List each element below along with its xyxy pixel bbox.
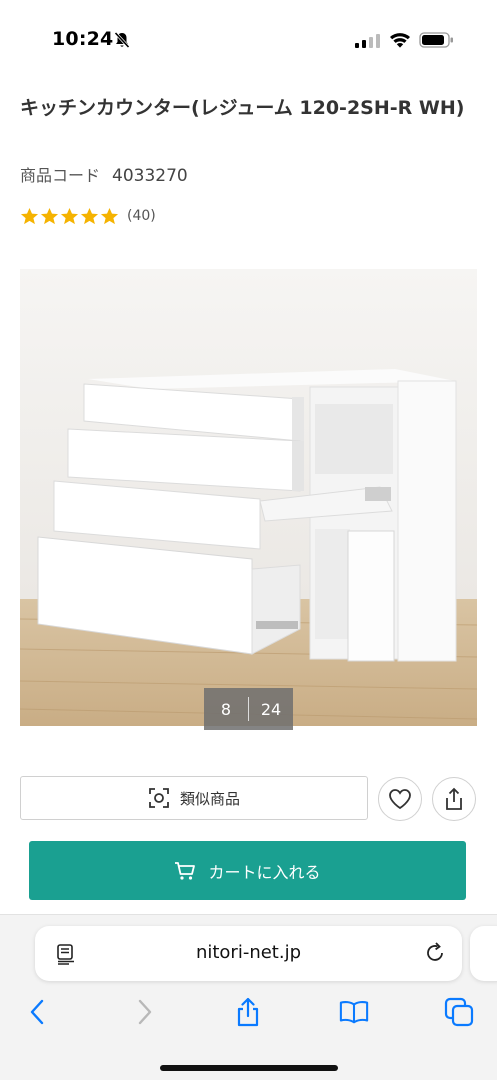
cart-icon xyxy=(175,861,196,880)
product-code-label: 商品コード xyxy=(20,166,101,185)
similar-products-button[interactable]: 類似商品 xyxy=(20,776,368,820)
product-image[interactable] xyxy=(20,269,477,726)
signal-icon xyxy=(355,34,380,48)
forward-icon xyxy=(138,999,152,1025)
kitchen-counter-photo xyxy=(20,269,477,726)
image-pager: 8 24 xyxy=(204,688,293,730)
star-icon xyxy=(80,207,99,224)
share-icon xyxy=(446,787,462,810)
address-bar[interactable]: nitori-net.jp xyxy=(35,926,462,981)
product-code-value: 4033270 xyxy=(112,166,188,186)
add-to-cart-button[interactable]: カートに入れる xyxy=(29,841,466,900)
back-icon xyxy=(30,999,44,1025)
heart-icon xyxy=(389,789,411,810)
bookmarks-icon xyxy=(339,1001,369,1024)
star-icon xyxy=(20,207,39,224)
star-icon xyxy=(40,207,59,224)
rating-stars xyxy=(20,207,119,226)
pager-current: 8 xyxy=(220,699,232,719)
next-tab-peek[interactable] xyxy=(470,926,497,981)
favorite-button[interactable] xyxy=(378,777,422,821)
bell-slash-icon xyxy=(114,31,130,49)
browser-toolbar: nitori-net.jp xyxy=(0,914,497,1080)
page: 10:24 キッチンカウンター(レジューム 120-2SH-R WH) 商品コー… xyxy=(0,0,497,1080)
tabs-button[interactable] xyxy=(444,995,474,1029)
browser-share-button[interactable] xyxy=(233,995,263,1029)
reload-icon[interactable] xyxy=(423,941,447,965)
back-button[interactable] xyxy=(22,995,52,1029)
review-count[interactable]: (40) xyxy=(127,208,156,224)
add-to-cart-label: カートに入れる xyxy=(208,862,321,882)
product-title: キッチンカウンター(レジューム 120-2SH-R WH) xyxy=(20,97,465,119)
star-icon xyxy=(100,207,119,224)
bookmarks-button[interactable] xyxy=(339,995,369,1029)
pager-total: 24 xyxy=(260,699,282,719)
product-code: 商品コード 4033270 xyxy=(20,162,188,186)
wifi-icon xyxy=(390,33,410,48)
url-text[interactable]: nitori-net.jp xyxy=(35,942,462,963)
status-time: 10:24 xyxy=(52,28,114,50)
share-button[interactable] xyxy=(432,777,476,821)
status-bar: 10:24 xyxy=(0,0,497,82)
similar-products-label: 類似商品 xyxy=(179,789,240,808)
forward-button[interactable] xyxy=(130,995,160,1029)
battery-icon xyxy=(419,32,453,48)
star-icon xyxy=(60,207,79,224)
rating[interactable]: (40) xyxy=(20,205,156,227)
tabs-icon xyxy=(444,997,474,1027)
share-icon xyxy=(237,997,259,1027)
home-indicator xyxy=(160,1065,338,1071)
image-search-icon xyxy=(149,788,169,808)
